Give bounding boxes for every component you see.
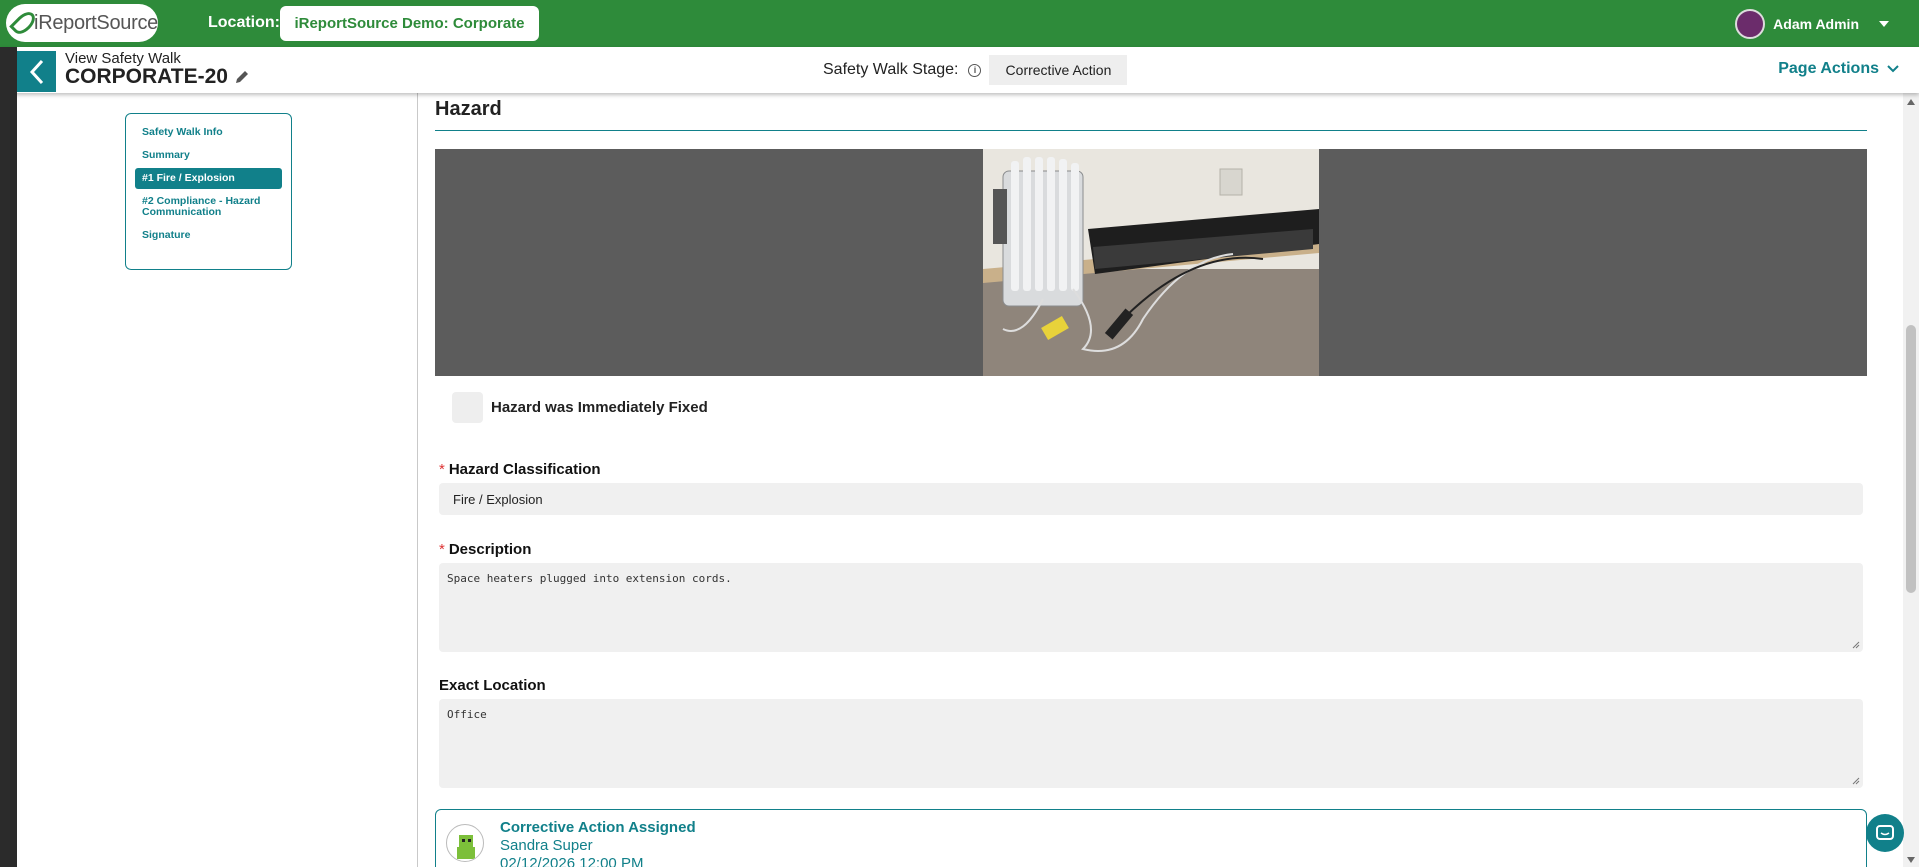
- record-id: CORPORATE-20: [65, 65, 228, 88]
- description-label: * Description: [439, 541, 531, 558]
- app-logo[interactable]: iReportSource: [6, 4, 158, 42]
- location-label: Location:: [208, 14, 280, 31]
- hazard-image-viewer[interactable]: [435, 149, 1867, 376]
- hazard-photo: [983, 149, 1319, 376]
- stage-value: Corrective Action: [989, 55, 1128, 85]
- chat-icon: [1876, 825, 1894, 840]
- chevron-left-icon: [29, 59, 43, 84]
- stage-indicator: Safety Walk Stage: i Corrective Action: [823, 55, 1128, 85]
- corrective-action-card[interactable]: Corrective Action Assigned Sandra Super …: [435, 809, 1867, 867]
- assigned-date: 02/12/2026 12:00 PM: [500, 855, 644, 867]
- exact-location-value: Office: [447, 708, 487, 721]
- top-bar: iReportSource Location: iReportSource De…: [0, 0, 1919, 47]
- user-name: Adam Admin: [1773, 16, 1859, 32]
- user-menu[interactable]: Adam Admin: [1735, 9, 1889, 39]
- section-nav: Safety Walk Info Summary #1 Fire / Explo…: [125, 113, 292, 270]
- description-value: Space heaters plugged into extension cor…: [447, 572, 732, 585]
- info-icon[interactable]: i: [968, 63, 982, 77]
- assignee-name: Sandra Super: [500, 837, 593, 854]
- divider: [435, 130, 1867, 131]
- location-selector[interactable]: iReportSource Demo: Corporate: [280, 6, 539, 41]
- nav-item-safety-walk-info[interactable]: Safety Walk Info: [135, 122, 282, 143]
- classification-label: * Hazard Classification: [439, 461, 601, 478]
- logo-text: iReportSource: [34, 11, 158, 34]
- description-textarea[interactable]: Space heaters plugged into extension cor…: [439, 563, 1863, 652]
- assignee-avatar: [446, 824, 484, 862]
- corrective-action-title: Corrective Action Assigned: [500, 819, 696, 836]
- back-button[interactable]: [17, 51, 56, 92]
- chat-button[interactable]: [1866, 814, 1904, 852]
- pencil-icon[interactable]: [234, 69, 250, 85]
- scroll-down-icon[interactable]: [1907, 857, 1915, 863]
- exact-location-label: Exact Location: [439, 677, 546, 694]
- divider: [417, 93, 418, 867]
- nav-item-hazard-2[interactable]: #2 Compliance - Hazard Communication: [135, 191, 282, 223]
- page-title: CORPORATE-20: [65, 65, 250, 89]
- nav-item-summary[interactable]: Summary: [135, 145, 282, 166]
- required-indicator: *: [439, 461, 445, 478]
- user-avatar: [1735, 9, 1766, 39]
- nav-item-hazard-1[interactable]: #1 Fire / Explosion: [135, 168, 282, 190]
- description-label-text: Description: [448, 541, 532, 558]
- classification-field[interactable]: Fire / Explosion: [439, 483, 1863, 515]
- chevron-down-icon: [1887, 65, 1899, 73]
- page-actions-label: Page Actions: [1778, 60, 1879, 77]
- left-rail: [0, 47, 17, 867]
- immediately-fixed-label: Hazard was Immediately Fixed: [491, 399, 708, 416]
- required-indicator: *: [439, 541, 445, 558]
- page-actions-button[interactable]: Page Actions: [1778, 60, 1899, 78]
- chevron-down-icon: [1879, 21, 1889, 27]
- exact-location-textarea[interactable]: Office: [439, 699, 1863, 788]
- resize-handle-icon[interactable]: [1852, 777, 1860, 785]
- classification-label-text: Hazard Classification: [448, 461, 601, 478]
- nav-item-signature[interactable]: Signature: [135, 225, 282, 246]
- immediately-fixed-checkbox[interactable]: [452, 392, 483, 423]
- scroll-thumb[interactable]: [1906, 325, 1916, 593]
- scrollbar[interactable]: [1903, 93, 1919, 867]
- page-header: View Safety Walk CORPORATE-20 Safety Wal…: [0, 47, 1919, 93]
- resize-handle-icon[interactable]: [1852, 641, 1860, 649]
- stage-label: Safety Walk Stage:: [823, 61, 959, 78]
- robot-avatar-icon: [457, 835, 475, 859]
- section-title: Hazard: [435, 98, 502, 120]
- scroll-up-icon[interactable]: [1907, 99, 1915, 105]
